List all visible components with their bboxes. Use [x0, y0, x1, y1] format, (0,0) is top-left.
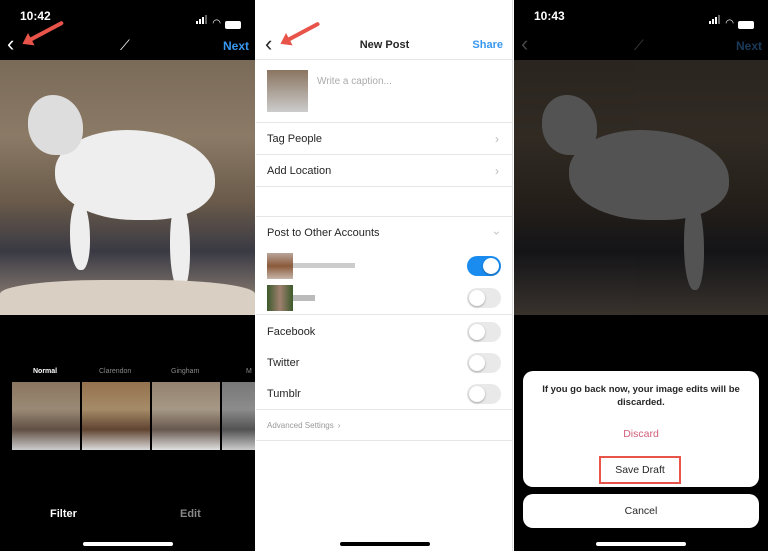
discard-dialog: If you go back now, your image edits wil…: [523, 371, 759, 487]
facebook-row: Facebook: [256, 316, 513, 347]
battery-icon: [738, 21, 754, 29]
home-indicator: [82, 542, 173, 546]
filter-label-partial[interactable]: M: [246, 368, 252, 375]
discard-dialog-screen: 10:43 ◠ ‹ ⟋ Next If you go back now, you…: [514, 0, 768, 551]
status-time: 10:43: [534, 9, 565, 23]
filter-thumbnail-partial[interactable]: [222, 382, 255, 450]
filter-label-gingham[interactable]: Gingham: [171, 368, 199, 375]
chevron-right-icon: ›: [337, 420, 341, 430]
post-thumbnail: [267, 70, 308, 112]
back-button: ‹: [521, 31, 529, 56]
account-row: [256, 250, 513, 281]
status-time: 10:42: [20, 9, 51, 23]
back-button[interactable]: ‹: [7, 33, 14, 55]
caption-row: Write a caption...: [256, 59, 513, 123]
wifi-icon: ◠: [725, 18, 734, 29]
tab-filter[interactable]: Filter: [50, 508, 77, 520]
avatar: [267, 284, 293, 311]
home-indicator: [339, 542, 430, 546]
next-button: Next: [735, 39, 762, 53]
advanced-settings-link[interactable]: Advanced Settings ›: [256, 410, 513, 441]
tumblr-label: Tumblr: [267, 387, 301, 400]
filter-thumbnail-normal[interactable]: [12, 382, 80, 450]
tag-people-label: Tag People: [267, 132, 323, 145]
home-indicator: [596, 542, 686, 546]
caption-input[interactable]: Write a caption...: [317, 76, 392, 87]
filter-label-clarendon[interactable]: Clarendon: [99, 368, 131, 375]
tumblr-toggle[interactable]: [467, 383, 501, 404]
add-location-label: Add Location: [267, 164, 332, 177]
add-location-row[interactable]: Add Location ›: [256, 155, 513, 187]
filter-thumbnail-clarendon[interactable]: [82, 382, 150, 450]
cancel-button[interactable]: Cancel: [523, 494, 759, 528]
chevron-down-icon: ›: [490, 231, 504, 235]
photo-preview-dimmed: [514, 60, 768, 315]
facebook-label: Facebook: [267, 325, 316, 338]
next-button[interactable]: Next: [223, 39, 249, 53]
chevron-right-icon: ›: [495, 131, 499, 146]
wifi-icon: ◠: [212, 18, 221, 29]
annotation-arrow: [25, 20, 65, 44]
share-button[interactable]: Share: [472, 39, 503, 51]
status-icons: ◠: [196, 11, 241, 29]
account-toggle[interactable]: [467, 255, 501, 276]
chevron-right-icon: ›: [495, 163, 499, 178]
twitter-label: Twitter: [267, 356, 300, 369]
account-toggle[interactable]: [467, 287, 501, 308]
discard-button[interactable]: Discard: [523, 428, 759, 440]
facebook-toggle[interactable]: [467, 321, 501, 342]
magic-wand-icon[interactable]: ⟋: [120, 37, 130, 54]
tag-people-row[interactable]: Tag People ›: [256, 123, 513, 155]
advanced-settings-label: Advanced Settings: [267, 420, 334, 430]
tumblr-row: Tumblr: [256, 378, 513, 410]
avatar: [267, 252, 293, 279]
save-draft-button[interactable]: Save Draft: [599, 456, 681, 484]
account-row: [256, 281, 513, 315]
twitter-toggle[interactable]: [467, 352, 501, 373]
signal-icon: [709, 11, 721, 29]
magic-wand-icon: ⟋: [634, 37, 644, 53]
filter-screen: 10:42 ◠ ‹ ⟋ Next Normal Clarendon Gingha…: [0, 0, 255, 551]
twitter-row: Twitter: [256, 347, 513, 378]
status-icons: ◠: [709, 11, 754, 29]
dialog-message: If you go back now, your image edits wil…: [542, 384, 740, 408]
battery-icon: [225, 21, 241, 29]
filter-label-normal[interactable]: Normal: [33, 368, 57, 375]
post-to-other-label: Post to Other Accounts: [267, 227, 380, 239]
signal-icon: [196, 11, 208, 29]
post-to-other-accounts-row[interactable]: Post to Other Accounts ›: [256, 217, 513, 249]
photo-preview: [0, 60, 255, 315]
tab-edit[interactable]: Edit: [180, 508, 201, 520]
new-post-screen: ‹ New Post Share Write a caption... Tag …: [256, 0, 513, 551]
filter-thumbnail-gingham[interactable]: [152, 382, 220, 450]
